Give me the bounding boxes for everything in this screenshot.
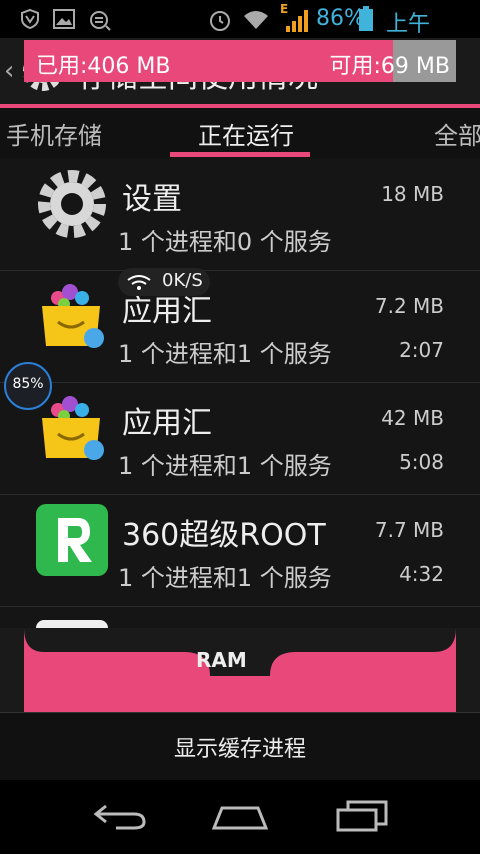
- signal-e-icon: E: [280, 2, 308, 32]
- list-item[interactable]: 应用汇 1 个进程和1 个服务 7.2 MB 2:07: [0, 270, 480, 383]
- ram-used-text: 已用:406 MB: [36, 54, 171, 79]
- app-memory: 7.7 MB: [374, 518, 444, 542]
- navigation-bar: [0, 780, 480, 854]
- list-item[interactable]: 应用汇 1 个进程和1 个服务 42 MB 5:08: [0, 382, 480, 495]
- app-runtime: 4:32: [399, 562, 444, 586]
- list-item[interactable]: [0, 606, 480, 628]
- show-cached-processes-button[interactable]: 显示缓存进程: [0, 712, 480, 781]
- wifi-icon: [244, 11, 268, 29]
- back-chevron-icon[interactable]: ‹: [4, 56, 14, 86]
- list-item[interactable]: 设置 1 个进程和0 个服务 18 MB: [0, 158, 480, 271]
- app-runtime: 5:08: [399, 450, 444, 474]
- app-name: 360超级ROOT: [122, 518, 326, 553]
- recent-apps-icon[interactable]: [334, 800, 390, 832]
- settings-gear-icon: [38, 170, 106, 238]
- app-memory: 7.2 MB: [374, 294, 444, 318]
- app-memory: 42 MB: [381, 406, 444, 430]
- home-icon[interactable]: [210, 800, 270, 832]
- ram-usage-bar: 已用:406 MB 可用:69 MB: [24, 40, 456, 82]
- tab-indicator: [170, 152, 310, 157]
- battery-icon: [359, 6, 373, 31]
- cached-processes-label: 显示缓存进程: [173, 737, 306, 762]
- status-bar: E 86% 上午 12:58: [0, 0, 480, 63]
- app-process-info: 1 个进程和0 个服务: [118, 228, 332, 256]
- app-process-info: 1 个进程和1 个服务: [118, 564, 332, 592]
- net-speed-text: 0K/S: [162, 270, 203, 291]
- list-item[interactable]: 360超级ROOT 1 个进程和1 个服务 7.7 MB 4:32: [0, 494, 480, 607]
- tab-all[interactable]: 全部: [434, 116, 480, 151]
- root-r-icon: [36, 504, 108, 576]
- app-name: 设置: [122, 182, 182, 217]
- running-apps-list: 设置 1 个进程和0 个服务 18 MB 应用汇 1 个进程和1 个服务 7.2…: [0, 158, 480, 628]
- app-runtime: 2:07: [399, 338, 444, 362]
- app-process-info: 1 个进程和1 个服务: [118, 340, 332, 368]
- ram-label: RAM: [196, 648, 247, 672]
- app-memory: 18 MB: [381, 182, 444, 206]
- back-arrow-icon[interactable]: [92, 800, 148, 832]
- tab-phone-storage[interactable]: 手机存储: [6, 116, 102, 151]
- appchina-bag-icon: [42, 396, 104, 460]
- picture-icon: [53, 9, 75, 29]
- ram-panel: RAM: [0, 628, 480, 712]
- memory-percent-text: 85%: [12, 376, 44, 392]
- ram-free-text: 可用:69 MB: [329, 54, 450, 79]
- app-process-info: 1 个进程和1 个服务: [118, 452, 332, 480]
- partial-app-icon: [36, 620, 108, 628]
- shield-icon: [21, 8, 39, 30]
- app-name: 应用汇: [122, 406, 212, 441]
- appchina-bag-icon: [42, 284, 104, 348]
- wifi-icon: [127, 275, 151, 290]
- tab-running[interactable]: 正在运行: [198, 116, 294, 151]
- alarm-icon: [210, 11, 230, 31]
- debug-icon: [90, 11, 111, 31]
- network-speed-widget[interactable]: 0K/S: [118, 268, 210, 296]
- memory-boost-widget[interactable]: 85%: [4, 362, 52, 410]
